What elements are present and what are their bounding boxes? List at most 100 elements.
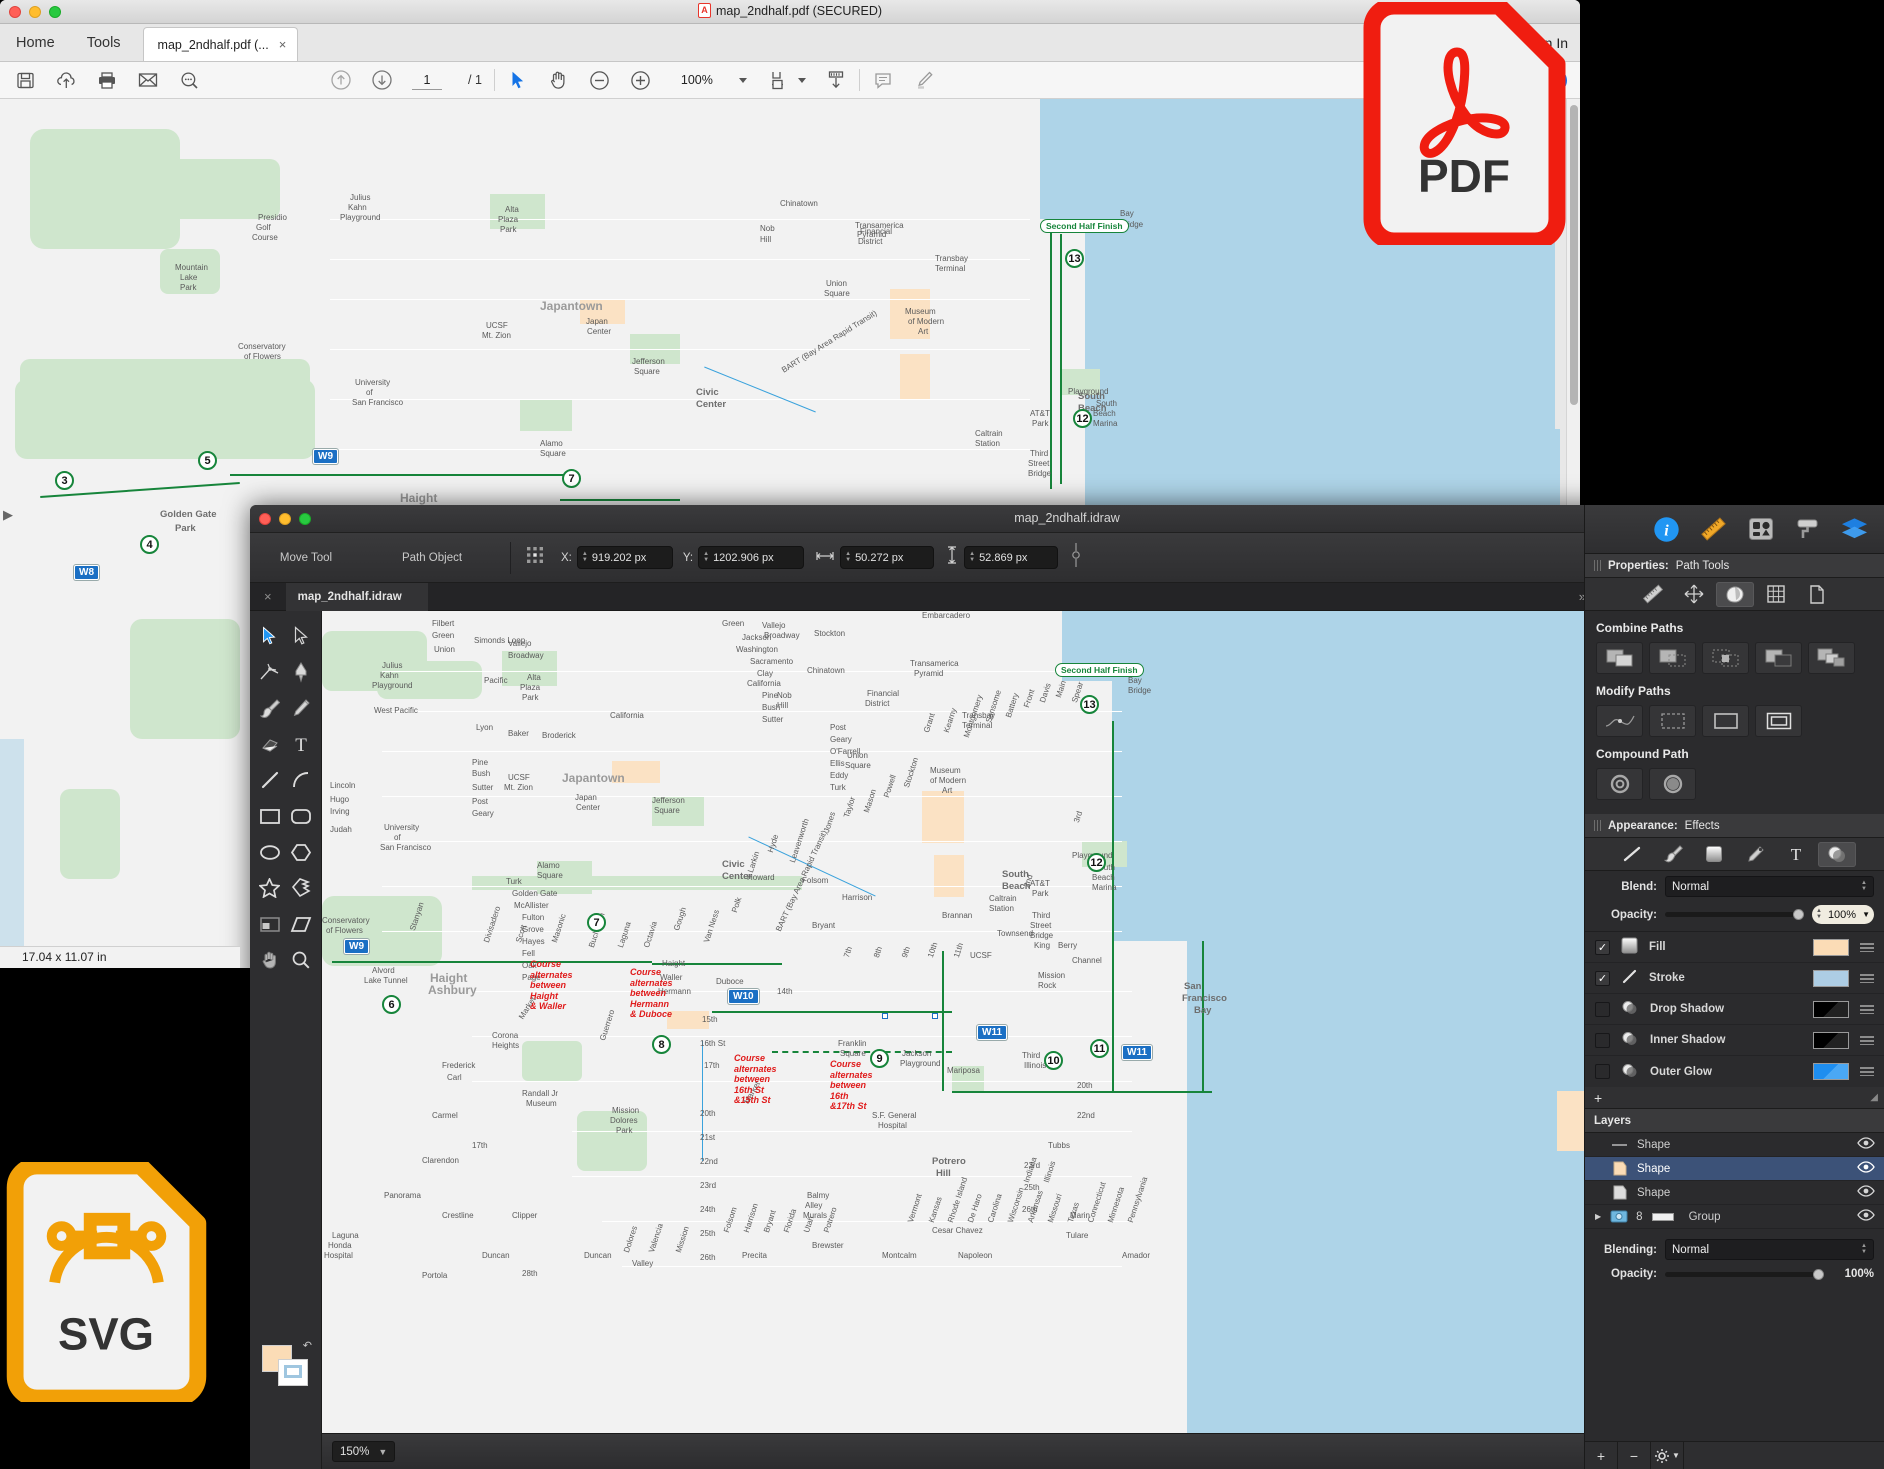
divide-icon[interactable] bbox=[1808, 642, 1855, 674]
layer-visibility-icon[interactable] bbox=[1857, 1137, 1875, 1152]
zoom-in-icon[interactable] bbox=[630, 69, 652, 91]
idraw-canvas[interactable]: Japantown Haight Ashbury Civic Center So… bbox=[322, 611, 1618, 1433]
canvas-zoom-selector[interactable]: 150% ▼ bbox=[332, 1441, 396, 1462]
effects-icon[interactable] bbox=[1818, 841, 1856, 867]
chevron-down-icon[interactable] bbox=[738, 77, 747, 83]
drag-handle-icon[interactable] bbox=[1860, 973, 1874, 983]
cloud-upload-icon[interactable] bbox=[55, 69, 77, 91]
page-number-input[interactable]: 1 bbox=[412, 71, 442, 90]
stroke-icon[interactable] bbox=[1613, 842, 1651, 867]
print-icon[interactable] bbox=[96, 69, 118, 91]
effect-checkbox[interactable] bbox=[1595, 1032, 1610, 1048]
brush-tool-icon[interactable] bbox=[255, 693, 285, 723]
stepper-icon[interactable]: ▲ ▼ bbox=[703, 551, 709, 563]
node-tool-icon[interactable] bbox=[255, 657, 285, 687]
release-compound-icon[interactable] bbox=[1649, 768, 1696, 800]
add-effect-button[interactable]: + bbox=[1594, 1090, 1602, 1106]
effect-row-drop-shadow[interactable]: Drop Shadow bbox=[1585, 994, 1884, 1025]
rectangle-tool-icon[interactable] bbox=[255, 801, 285, 831]
info-icon[interactable]: i bbox=[1653, 516, 1680, 543]
effect-color-swatch[interactable] bbox=[1813, 1031, 1849, 1049]
chevron-right-icon[interactable]: ▶ bbox=[1595, 1212, 1601, 1221]
path-tools-icon[interactable] bbox=[1715, 581, 1754, 607]
effect-row-stroke[interactable]: ✓ Stroke bbox=[1585, 963, 1884, 994]
x-coordinate-input[interactable]: ▲ ▼ 919.202 px bbox=[576, 546, 673, 569]
make-compound-icon[interactable] bbox=[1596, 768, 1643, 800]
resize-grip-icon[interactable]: ◢ bbox=[1870, 1092, 1878, 1103]
expand-icon[interactable] bbox=[1702, 705, 1749, 737]
layer-visibility-icon[interactable] bbox=[1857, 1161, 1875, 1176]
panel-expand-icon[interactable]: ▶ bbox=[3, 507, 13, 523]
direct-select-tool-icon[interactable] bbox=[287, 621, 317, 651]
idraw-document-tab[interactable]: map_2ndhalf.idraw bbox=[285, 582, 428, 611]
library-icon[interactable] bbox=[1747, 516, 1774, 543]
blending-select[interactable]: Normal ▲ ▼ bbox=[1665, 1239, 1874, 1260]
fill-stroke-swatches[interactable]: ↶ bbox=[262, 1340, 312, 1389]
layers-icon[interactable] bbox=[1841, 516, 1868, 543]
eraser-tool-icon[interactable] bbox=[255, 729, 285, 759]
hand-icon[interactable] bbox=[548, 69, 570, 91]
y-coordinate-input[interactable]: ▲ ▼ 1202.906 px bbox=[698, 546, 805, 569]
offset-path-icon[interactable] bbox=[1755, 705, 1802, 737]
hand-tool-icon[interactable] bbox=[255, 945, 285, 975]
selection-handle[interactable] bbox=[932, 1013, 938, 1019]
drag-handle-icon[interactable] bbox=[1594, 560, 1601, 571]
effect-checkbox[interactable] bbox=[1595, 1001, 1610, 1017]
pencil-tool-icon[interactable] bbox=[287, 693, 317, 723]
blend-select[interactable]: Normal ▲ ▼ bbox=[1665, 876, 1874, 897]
star-tool-icon[interactable] bbox=[255, 873, 285, 903]
add-layer-button[interactable]: + bbox=[1585, 1442, 1618, 1469]
anchor-point-selector-icon[interactable] bbox=[525, 545, 545, 570]
zoom-tool-icon[interactable] bbox=[287, 945, 317, 975]
layer-row[interactable]: Shape bbox=[1585, 1181, 1884, 1205]
layer-row-group[interactable]: ▶ 8 Group bbox=[1585, 1205, 1884, 1229]
paint-roller-icon[interactable] bbox=[1794, 516, 1821, 543]
stepper-icon[interactable]: ▲ ▼ bbox=[1816, 908, 1822, 920]
stepper-icon[interactable]: ▲ ▼ bbox=[1861, 880, 1867, 892]
gradient-icon[interactable] bbox=[1736, 842, 1774, 867]
crop-tool-icon[interactable] bbox=[255, 909, 285, 939]
layer-visibility-icon[interactable] bbox=[1857, 1209, 1875, 1224]
layer-row[interactable]: Shape bbox=[1585, 1133, 1884, 1157]
search-icon[interactable] bbox=[178, 69, 200, 91]
stepper-icon[interactable]: ▲ ▼ bbox=[1861, 1243, 1867, 1255]
menu-tools[interactable]: Tools bbox=[71, 35, 137, 61]
fit-page-icon[interactable] bbox=[769, 69, 791, 91]
chevron-down-icon[interactable]: ▼ bbox=[378, 1447, 387, 1457]
drag-handle-icon[interactable] bbox=[1860, 1067, 1874, 1076]
drag-handle-icon[interactable] bbox=[1860, 1035, 1874, 1045]
remove-layer-button[interactable]: − bbox=[1618, 1442, 1651, 1469]
height-input[interactable]: ▲ ▼ 52.869 px bbox=[964, 546, 1059, 569]
save-icon[interactable] bbox=[14, 69, 36, 91]
email-icon[interactable] bbox=[137, 69, 159, 91]
effect-checkbox[interactable]: ✓ bbox=[1595, 970, 1610, 986]
document-tab[interactable]: map_2ndhalf.pdf (... × bbox=[142, 27, 299, 61]
pen-tool-icon[interactable] bbox=[287, 657, 317, 687]
arrow-down-circle-icon[interactable] bbox=[371, 69, 393, 91]
fill-icon[interactable] bbox=[1695, 842, 1733, 867]
width-input[interactable]: ▲ ▼ 50.272 px bbox=[840, 546, 935, 569]
effect-color-swatch[interactable] bbox=[1813, 969, 1849, 987]
arc-tool-icon[interactable] bbox=[287, 765, 317, 795]
effect-row-fill[interactable]: ✓ Fill bbox=[1585, 932, 1884, 963]
spiral-tool-icon[interactable] bbox=[287, 873, 317, 903]
close-icon[interactable]: × bbox=[250, 589, 286, 604]
stepper-icon[interactable]: ▲ ▼ bbox=[845, 551, 851, 563]
effect-color-swatch[interactable] bbox=[1813, 938, 1849, 956]
stepper-icon[interactable]: ▲ ▼ bbox=[969, 551, 975, 563]
drag-handle-icon[interactable] bbox=[1594, 820, 1601, 831]
drag-handle-icon[interactable] bbox=[1860, 1004, 1874, 1014]
document-icon[interactable] bbox=[1798, 582, 1836, 607]
measure-icon[interactable] bbox=[1634, 582, 1672, 607]
effect-checkbox[interactable]: ✓ bbox=[1595, 939, 1610, 955]
rounded-rectangle-tool-icon[interactable] bbox=[287, 801, 317, 831]
layer-row[interactable]: Shape bbox=[1585, 1157, 1884, 1181]
subtract-icon[interactable] bbox=[1649, 642, 1696, 674]
effect-checkbox[interactable] bbox=[1595, 1064, 1610, 1079]
selection-handle[interactable] bbox=[882, 1013, 888, 1019]
menu-home[interactable]: Home bbox=[0, 35, 71, 61]
add-effect-bar[interactable]: + ◢ bbox=[1585, 1087, 1884, 1109]
brush-icon[interactable] bbox=[1654, 842, 1692, 867]
close-icon[interactable]: × bbox=[279, 37, 287, 52]
effect-color-swatch[interactable] bbox=[1813, 1063, 1849, 1080]
